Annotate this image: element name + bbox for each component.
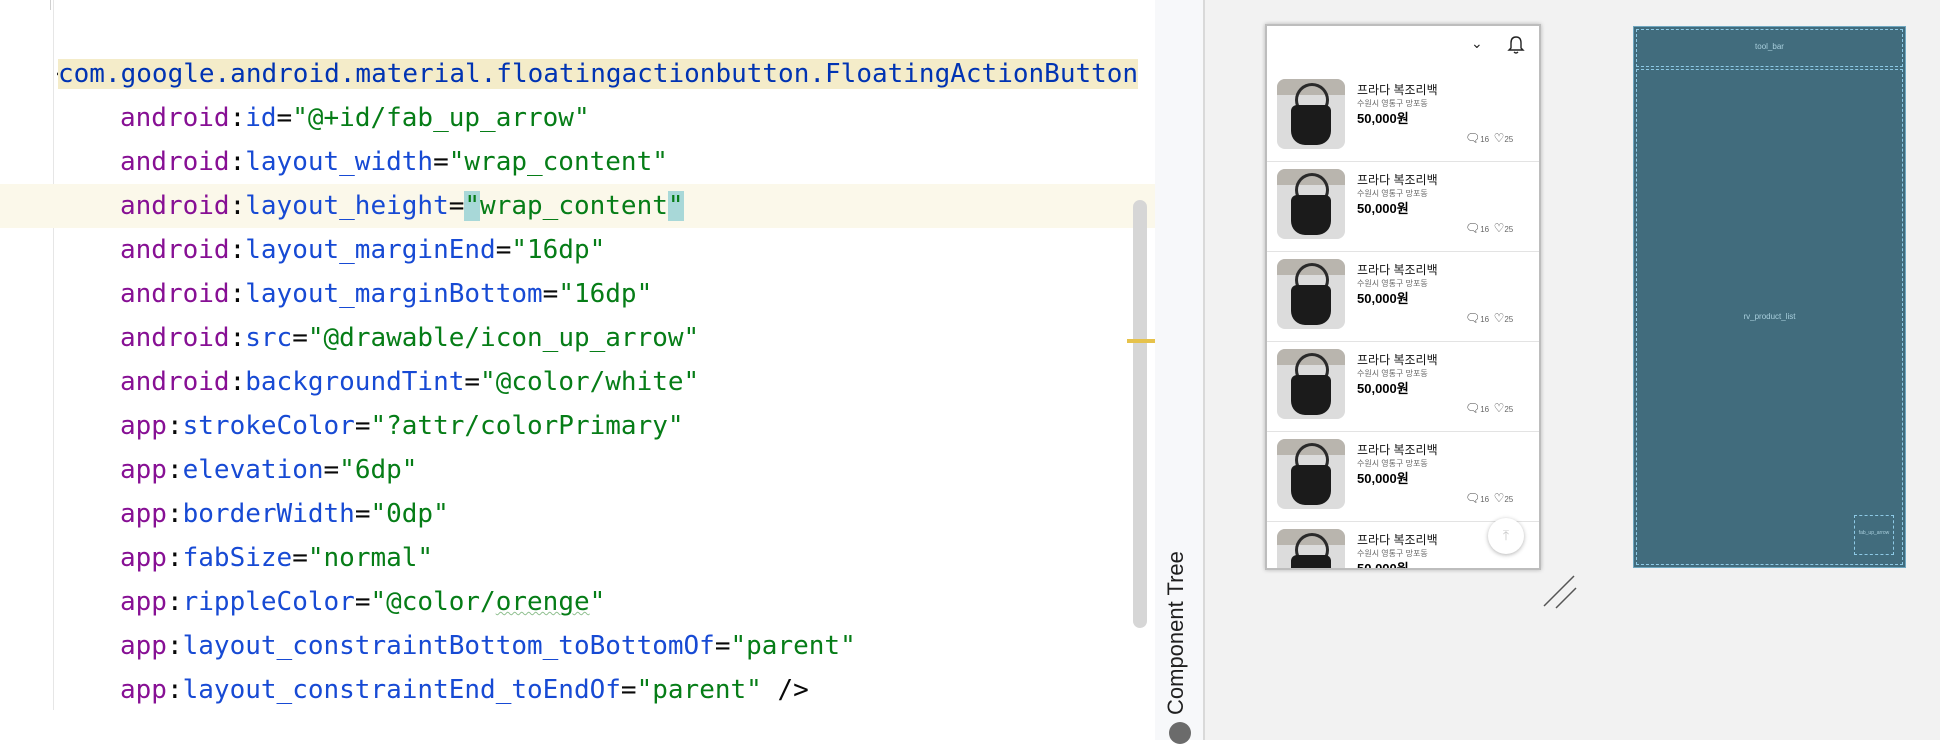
code-line-attr-layout-width[interactable]: android:layout_width="wrap_content" — [120, 140, 668, 184]
product-stats: 🗨16 ♡25 — [1465, 311, 1514, 325]
product-image — [1277, 259, 1345, 329]
bell-icon — [1507, 36, 1525, 54]
blueprint-list[interactable]: rv_product_list — [1636, 69, 1903, 565]
product-price: 50,000원 — [1357, 291, 1409, 306]
list-item[interactable]: 프라다 복조리백 수원시 영통구 망포동 50,000원 🗨16 ♡25 — [1267, 71, 1539, 162]
heart-icon: ♡ — [1493, 491, 1505, 505]
code-line-tag[interactable]: com.google.android.material.floatingacti… — [58, 52, 1139, 96]
product-title: 프라다 복조리백 — [1357, 83, 1438, 97]
blueprint-list-label: rv_product_list — [1743, 312, 1796, 321]
code-line-attr-margin-end[interactable]: android:layout_marginEnd="16dp" — [120, 228, 605, 272]
product-title: 프라다 복조리백 — [1357, 263, 1438, 277]
code-line-attr-border-width[interactable]: app:borderWidth="0dp" — [120, 492, 449, 536]
product-price: 50,000원 — [1357, 111, 1409, 126]
list-item[interactable]: 프라다 복조리백 수원시 영통구 망포동 50,000원 🗨16 ♡25 — [1267, 431, 1539, 522]
blueprint-fab-label: fab_up_arrow — [1858, 530, 1890, 536]
gutter-divider — [53, 0, 54, 710]
code-line-attr-src[interactable]: android:src="@drawable/icon_up_arrow" — [120, 316, 699, 360]
comment-icon: 🗨 — [1465, 311, 1481, 325]
blueprint-toolbar-label: tool_bar — [1755, 42, 1784, 51]
product-image — [1277, 169, 1345, 239]
product-title: 프라다 복조리백 — [1357, 173, 1438, 187]
blueprint-fab[interactable]: fab_up_arrow — [1854, 515, 1894, 555]
resize-handle-icon[interactable] — [1540, 572, 1580, 612]
product-price: 50,000원 — [1357, 201, 1409, 216]
code-line-attr-ripple-color[interactable]: app:rippleColor="@color/orenge" — [120, 580, 605, 624]
preview-toolbar: ⌄ — [1267, 26, 1539, 71]
product-stats: 🗨16 ♡25 — [1465, 491, 1514, 505]
product-image — [1277, 529, 1345, 568]
product-price: 50,000원 — [1357, 381, 1409, 396]
list-item[interactable]: 프라다 복조리백 수원시 영통구 망포동 50,000원 🗨16 ♡25 — [1267, 161, 1539, 252]
heart-icon: ♡ — [1493, 311, 1505, 325]
scrollbar-marker — [1127, 339, 1155, 343]
code-line-attr-id[interactable]: android:id="@+id/fab_up_arrow" — [120, 96, 590, 140]
comment-icon: 🗨 — [1465, 401, 1481, 415]
product-price: 50,000원 — [1357, 471, 1409, 486]
blueprint-toolbar[interactable]: tool_bar — [1636, 29, 1903, 67]
code-line-attr-constraint-bottom[interactable]: app:layout_constraintBottom_toBottomOf="… — [120, 624, 856, 668]
code-line-attr-constraint-end[interactable]: app:layout_constraintEnd_toEndOf="parent… — [120, 668, 809, 712]
heart-icon: ♡ — [1493, 221, 1505, 235]
comment-icon: 🗨 — [1465, 491, 1481, 505]
spelling-warning: orenge — [495, 587, 590, 617]
tag-name: com.google.android.material.floatingacti… — [58, 59, 1139, 89]
product-title: 프라다 복조리백 — [1357, 353, 1438, 367]
fab-up-arrow-button[interactable]: ⤒ — [1488, 518, 1524, 554]
matched-quote-open: " — [464, 191, 481, 221]
product-price: 50,000원 — [1357, 561, 1409, 570]
product-stats: 🗨16 ♡25 — [1465, 401, 1514, 415]
arrow-up-icon: ⤒ — [1502, 528, 1510, 544]
list-item[interactable]: 프라다 복조리백 수원시 영통구 망포동 50,000원 🗨16 ♡25 — [1267, 341, 1539, 432]
blueprint-view[interactable]: tool_bar rv_product_list fab_up_arrow — [1633, 26, 1906, 568]
code-line-attr-fab-size[interactable]: app:fabSize="normal" — [120, 536, 433, 580]
code-line-attr-margin-bottom[interactable]: android:layout_marginBottom="16dp" — [120, 272, 652, 316]
product-image — [1277, 349, 1345, 419]
matched-quote-close: " — [667, 191, 684, 221]
heart-icon: ♡ — [1493, 131, 1505, 145]
product-title: 프라다 복조리백 — [1357, 533, 1438, 547]
product-image — [1277, 439, 1345, 509]
globe-icon[interactable] — [1169, 722, 1191, 744]
design-preview[interactable]: ⌄ 프라다 복조리백 수원시 영통구 망포동 50,000원 🗨16 ♡25 프… — [1265, 24, 1541, 570]
product-stats: 🗨16 ♡25 — [1465, 131, 1514, 145]
code-editor[interactable]: < com.google.android.material.floatingac… — [0, 0, 1155, 740]
heart-icon: ♡ — [1493, 401, 1505, 415]
code-line-attr-background-tint[interactable]: android:backgroundTint="@color/white" — [120, 360, 699, 404]
chevron-down-icon: ⌄ — [1471, 36, 1483, 52]
code-line-attr-layout-height[interactable]: android:layout_height="wrap_content" — [120, 184, 684, 228]
product-stats: 🗨16 ♡25 — [1465, 221, 1514, 235]
product-image — [1277, 79, 1345, 149]
comment-icon: 🗨 — [1465, 221, 1481, 235]
list-item[interactable]: 프라다 복조리백 수원시 영통구 망포동 50,000원 🗨16 ♡25 — [1267, 251, 1539, 342]
editor-scrollbar[interactable] — [1133, 200, 1147, 628]
code-line-attr-stroke-color[interactable]: app:strokeColor="?attr/colorPrimary" — [120, 404, 684, 448]
comment-icon: 🗨 — [1465, 131, 1481, 145]
component-tree-tab[interactable]: Component Tree — [1163, 551, 1189, 715]
product-title: 프라다 복조리백 — [1357, 443, 1438, 457]
code-line-attr-elevation[interactable]: app:elevation="6dp" — [120, 448, 417, 492]
